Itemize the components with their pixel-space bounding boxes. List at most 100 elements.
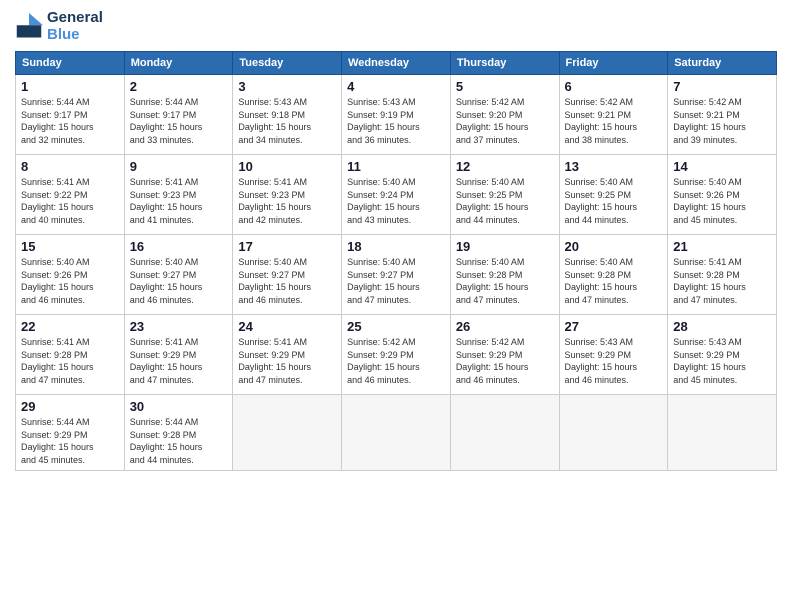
day-header-saturday: Saturday xyxy=(668,52,777,75)
calendar-cell: 8 Sunrise: 5:41 AM Sunset: 9:22 PM Dayli… xyxy=(16,155,125,235)
day-number: 6 xyxy=(565,79,663,94)
day-number: 12 xyxy=(456,159,554,174)
calendar-cell: 11 Sunrise: 5:40 AM Sunset: 9:24 PM Dayl… xyxy=(342,155,451,235)
calendar-week-row: 8 Sunrise: 5:41 AM Sunset: 9:22 PM Dayli… xyxy=(16,155,777,235)
calendar-cell: 19 Sunrise: 5:40 AM Sunset: 9:28 PM Dayl… xyxy=(450,235,559,315)
day-info: Sunrise: 5:40 AM Sunset: 9:27 PM Dayligh… xyxy=(130,256,228,306)
day-header-tuesday: Tuesday xyxy=(233,52,342,75)
day-number: 30 xyxy=(130,399,228,414)
day-info: Sunrise: 5:43 AM Sunset: 9:29 PM Dayligh… xyxy=(565,336,663,386)
page: General Blue SundayMondayTuesdayWednesda… xyxy=(0,0,792,612)
day-info: Sunrise: 5:40 AM Sunset: 9:28 PM Dayligh… xyxy=(565,256,663,306)
day-number: 8 xyxy=(21,159,119,174)
day-number: 25 xyxy=(347,319,445,334)
header: General Blue xyxy=(15,10,777,43)
calendar-cell xyxy=(668,395,777,471)
day-info: Sunrise: 5:40 AM Sunset: 9:28 PM Dayligh… xyxy=(456,256,554,306)
calendar-cell: 15 Sunrise: 5:40 AM Sunset: 9:26 PM Dayl… xyxy=(16,235,125,315)
calendar-cell: 22 Sunrise: 5:41 AM Sunset: 9:28 PM Dayl… xyxy=(16,315,125,395)
calendar-cell: 25 Sunrise: 5:42 AM Sunset: 9:29 PM Dayl… xyxy=(342,315,451,395)
calendar-cell: 27 Sunrise: 5:43 AM Sunset: 9:29 PM Dayl… xyxy=(559,315,668,395)
calendar-cell: 20 Sunrise: 5:40 AM Sunset: 9:28 PM Dayl… xyxy=(559,235,668,315)
day-number: 4 xyxy=(347,79,445,94)
day-header-sunday: Sunday xyxy=(16,52,125,75)
day-info: Sunrise: 5:44 AM Sunset: 9:28 PM Dayligh… xyxy=(130,416,228,466)
calendar-cell: 14 Sunrise: 5:40 AM Sunset: 9:26 PM Dayl… xyxy=(668,155,777,235)
day-info: Sunrise: 5:40 AM Sunset: 9:27 PM Dayligh… xyxy=(238,256,336,306)
day-header-wednesday: Wednesday xyxy=(342,52,451,75)
calendar-cell: 16 Sunrise: 5:40 AM Sunset: 9:27 PM Dayl… xyxy=(124,235,233,315)
day-header-monday: Monday xyxy=(124,52,233,75)
day-info: Sunrise: 5:42 AM Sunset: 9:20 PM Dayligh… xyxy=(456,96,554,146)
day-number: 19 xyxy=(456,239,554,254)
day-number: 11 xyxy=(347,159,445,174)
day-number: 27 xyxy=(565,319,663,334)
day-info: Sunrise: 5:42 AM Sunset: 9:29 PM Dayligh… xyxy=(456,336,554,386)
day-number: 14 xyxy=(673,159,771,174)
day-number: 15 xyxy=(21,239,119,254)
day-number: 24 xyxy=(238,319,336,334)
day-info: Sunrise: 5:41 AM Sunset: 9:29 PM Dayligh… xyxy=(238,336,336,386)
calendar-cell: 18 Sunrise: 5:40 AM Sunset: 9:27 PM Dayl… xyxy=(342,235,451,315)
day-number: 17 xyxy=(238,239,336,254)
day-number: 7 xyxy=(673,79,771,94)
calendar-cell xyxy=(450,395,559,471)
day-number: 22 xyxy=(21,319,119,334)
calendar-cell: 4 Sunrise: 5:43 AM Sunset: 9:19 PM Dayli… xyxy=(342,75,451,155)
day-number: 1 xyxy=(21,79,119,94)
calendar-cell: 9 Sunrise: 5:41 AM Sunset: 9:23 PM Dayli… xyxy=(124,155,233,235)
day-number: 26 xyxy=(456,319,554,334)
calendar-cell: 28 Sunrise: 5:43 AM Sunset: 9:29 PM Dayl… xyxy=(668,315,777,395)
day-info: Sunrise: 5:43 AM Sunset: 9:19 PM Dayligh… xyxy=(347,96,445,146)
day-info: Sunrise: 5:43 AM Sunset: 9:29 PM Dayligh… xyxy=(673,336,771,386)
day-number: 16 xyxy=(130,239,228,254)
day-info: Sunrise: 5:42 AM Sunset: 9:21 PM Dayligh… xyxy=(565,96,663,146)
calendar-cell: 23 Sunrise: 5:41 AM Sunset: 9:29 PM Dayl… xyxy=(124,315,233,395)
calendar-cell: 13 Sunrise: 5:40 AM Sunset: 9:25 PM Dayl… xyxy=(559,155,668,235)
calendar-cell: 29 Sunrise: 5:44 AM Sunset: 9:29 PM Dayl… xyxy=(16,395,125,471)
day-number: 21 xyxy=(673,239,771,254)
day-info: Sunrise: 5:44 AM Sunset: 9:29 PM Dayligh… xyxy=(21,416,119,466)
calendar-week-row: 29 Sunrise: 5:44 AM Sunset: 9:29 PM Dayl… xyxy=(16,395,777,471)
calendar-cell: 24 Sunrise: 5:41 AM Sunset: 9:29 PM Dayl… xyxy=(233,315,342,395)
day-number: 9 xyxy=(130,159,228,174)
day-info: Sunrise: 5:41 AM Sunset: 9:23 PM Dayligh… xyxy=(238,176,336,226)
calendar-cell: 1 Sunrise: 5:44 AM Sunset: 9:17 PM Dayli… xyxy=(16,75,125,155)
day-header-thursday: Thursday xyxy=(450,52,559,75)
day-number: 29 xyxy=(21,399,119,414)
day-number: 5 xyxy=(456,79,554,94)
day-info: Sunrise: 5:40 AM Sunset: 9:24 PM Dayligh… xyxy=(347,176,445,226)
logo: General Blue xyxy=(15,10,103,43)
calendar-cell: 30 Sunrise: 5:44 AM Sunset: 9:28 PM Dayl… xyxy=(124,395,233,471)
day-info: Sunrise: 5:44 AM Sunset: 9:17 PM Dayligh… xyxy=(130,96,228,146)
day-info: Sunrise: 5:41 AM Sunset: 9:23 PM Dayligh… xyxy=(130,176,228,226)
day-info: Sunrise: 5:40 AM Sunset: 9:26 PM Dayligh… xyxy=(21,256,119,306)
calendar-table: SundayMondayTuesdayWednesdayThursdayFrid… xyxy=(15,51,777,471)
day-number: 28 xyxy=(673,319,771,334)
calendar-cell: 3 Sunrise: 5:43 AM Sunset: 9:18 PM Dayli… xyxy=(233,75,342,155)
calendar-header-row: SundayMondayTuesdayWednesdayThursdayFrid… xyxy=(16,52,777,75)
day-info: Sunrise: 5:40 AM Sunset: 9:25 PM Dayligh… xyxy=(456,176,554,226)
day-number: 10 xyxy=(238,159,336,174)
day-info: Sunrise: 5:40 AM Sunset: 9:26 PM Dayligh… xyxy=(673,176,771,226)
calendar-cell: 10 Sunrise: 5:41 AM Sunset: 9:23 PM Dayl… xyxy=(233,155,342,235)
calendar-cell: 6 Sunrise: 5:42 AM Sunset: 9:21 PM Dayli… xyxy=(559,75,668,155)
day-info: Sunrise: 5:44 AM Sunset: 9:17 PM Dayligh… xyxy=(21,96,119,146)
calendar-week-row: 1 Sunrise: 5:44 AM Sunset: 9:17 PM Dayli… xyxy=(16,75,777,155)
calendar-week-row: 22 Sunrise: 5:41 AM Sunset: 9:28 PM Dayl… xyxy=(16,315,777,395)
day-info: Sunrise: 5:41 AM Sunset: 9:29 PM Dayligh… xyxy=(130,336,228,386)
day-info: Sunrise: 5:42 AM Sunset: 9:29 PM Dayligh… xyxy=(347,336,445,386)
logo-icon xyxy=(15,13,43,41)
day-info: Sunrise: 5:41 AM Sunset: 9:28 PM Dayligh… xyxy=(21,336,119,386)
calendar-cell: 5 Sunrise: 5:42 AM Sunset: 9:20 PM Dayli… xyxy=(450,75,559,155)
day-number: 3 xyxy=(238,79,336,94)
calendar-cell: 12 Sunrise: 5:40 AM Sunset: 9:25 PM Dayl… xyxy=(450,155,559,235)
calendar-cell: 21 Sunrise: 5:41 AM Sunset: 9:28 PM Dayl… xyxy=(668,235,777,315)
calendar-cell: 17 Sunrise: 5:40 AM Sunset: 9:27 PM Dayl… xyxy=(233,235,342,315)
calendar-cell xyxy=(559,395,668,471)
calendar-cell: 7 Sunrise: 5:42 AM Sunset: 9:21 PM Dayli… xyxy=(668,75,777,155)
day-info: Sunrise: 5:41 AM Sunset: 9:28 PM Dayligh… xyxy=(673,256,771,306)
calendar-cell xyxy=(342,395,451,471)
day-number: 18 xyxy=(347,239,445,254)
day-number: 2 xyxy=(130,79,228,94)
